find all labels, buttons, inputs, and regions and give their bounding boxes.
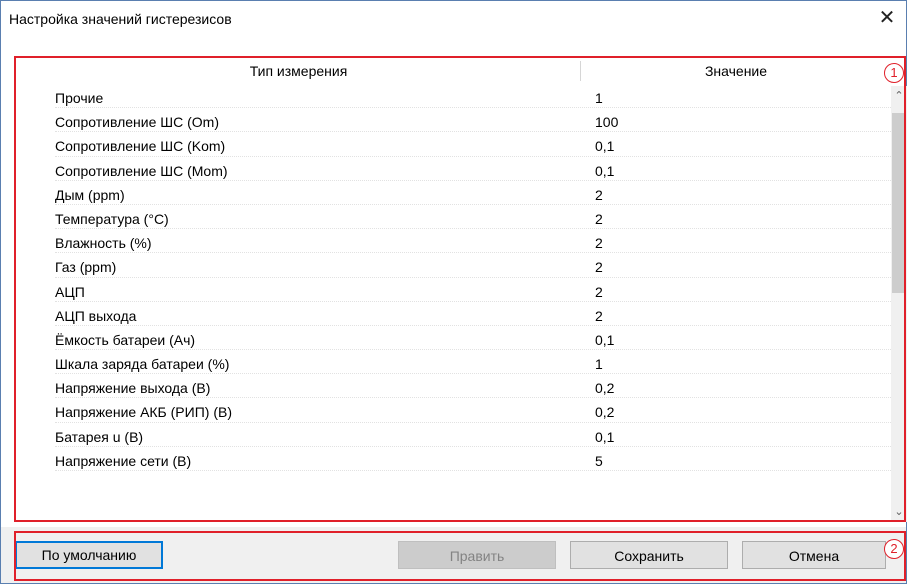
annotation-badge-2: 2 — [884, 539, 904, 559]
dialog-window: Настройка значений гистерезисов ✕ Тип из… — [0, 0, 907, 584]
close-icon[interactable]: ✕ — [872, 3, 902, 33]
highlight-frame-2 — [14, 531, 906, 581]
title-bar: Настройка значений гистерезисов ✕ — [1, 1, 906, 37]
highlight-frame-1 — [14, 56, 906, 522]
window-title: Настройка значений гистерезисов — [9, 11, 232, 27]
annotation-badge-1: 1 — [884, 63, 904, 83]
